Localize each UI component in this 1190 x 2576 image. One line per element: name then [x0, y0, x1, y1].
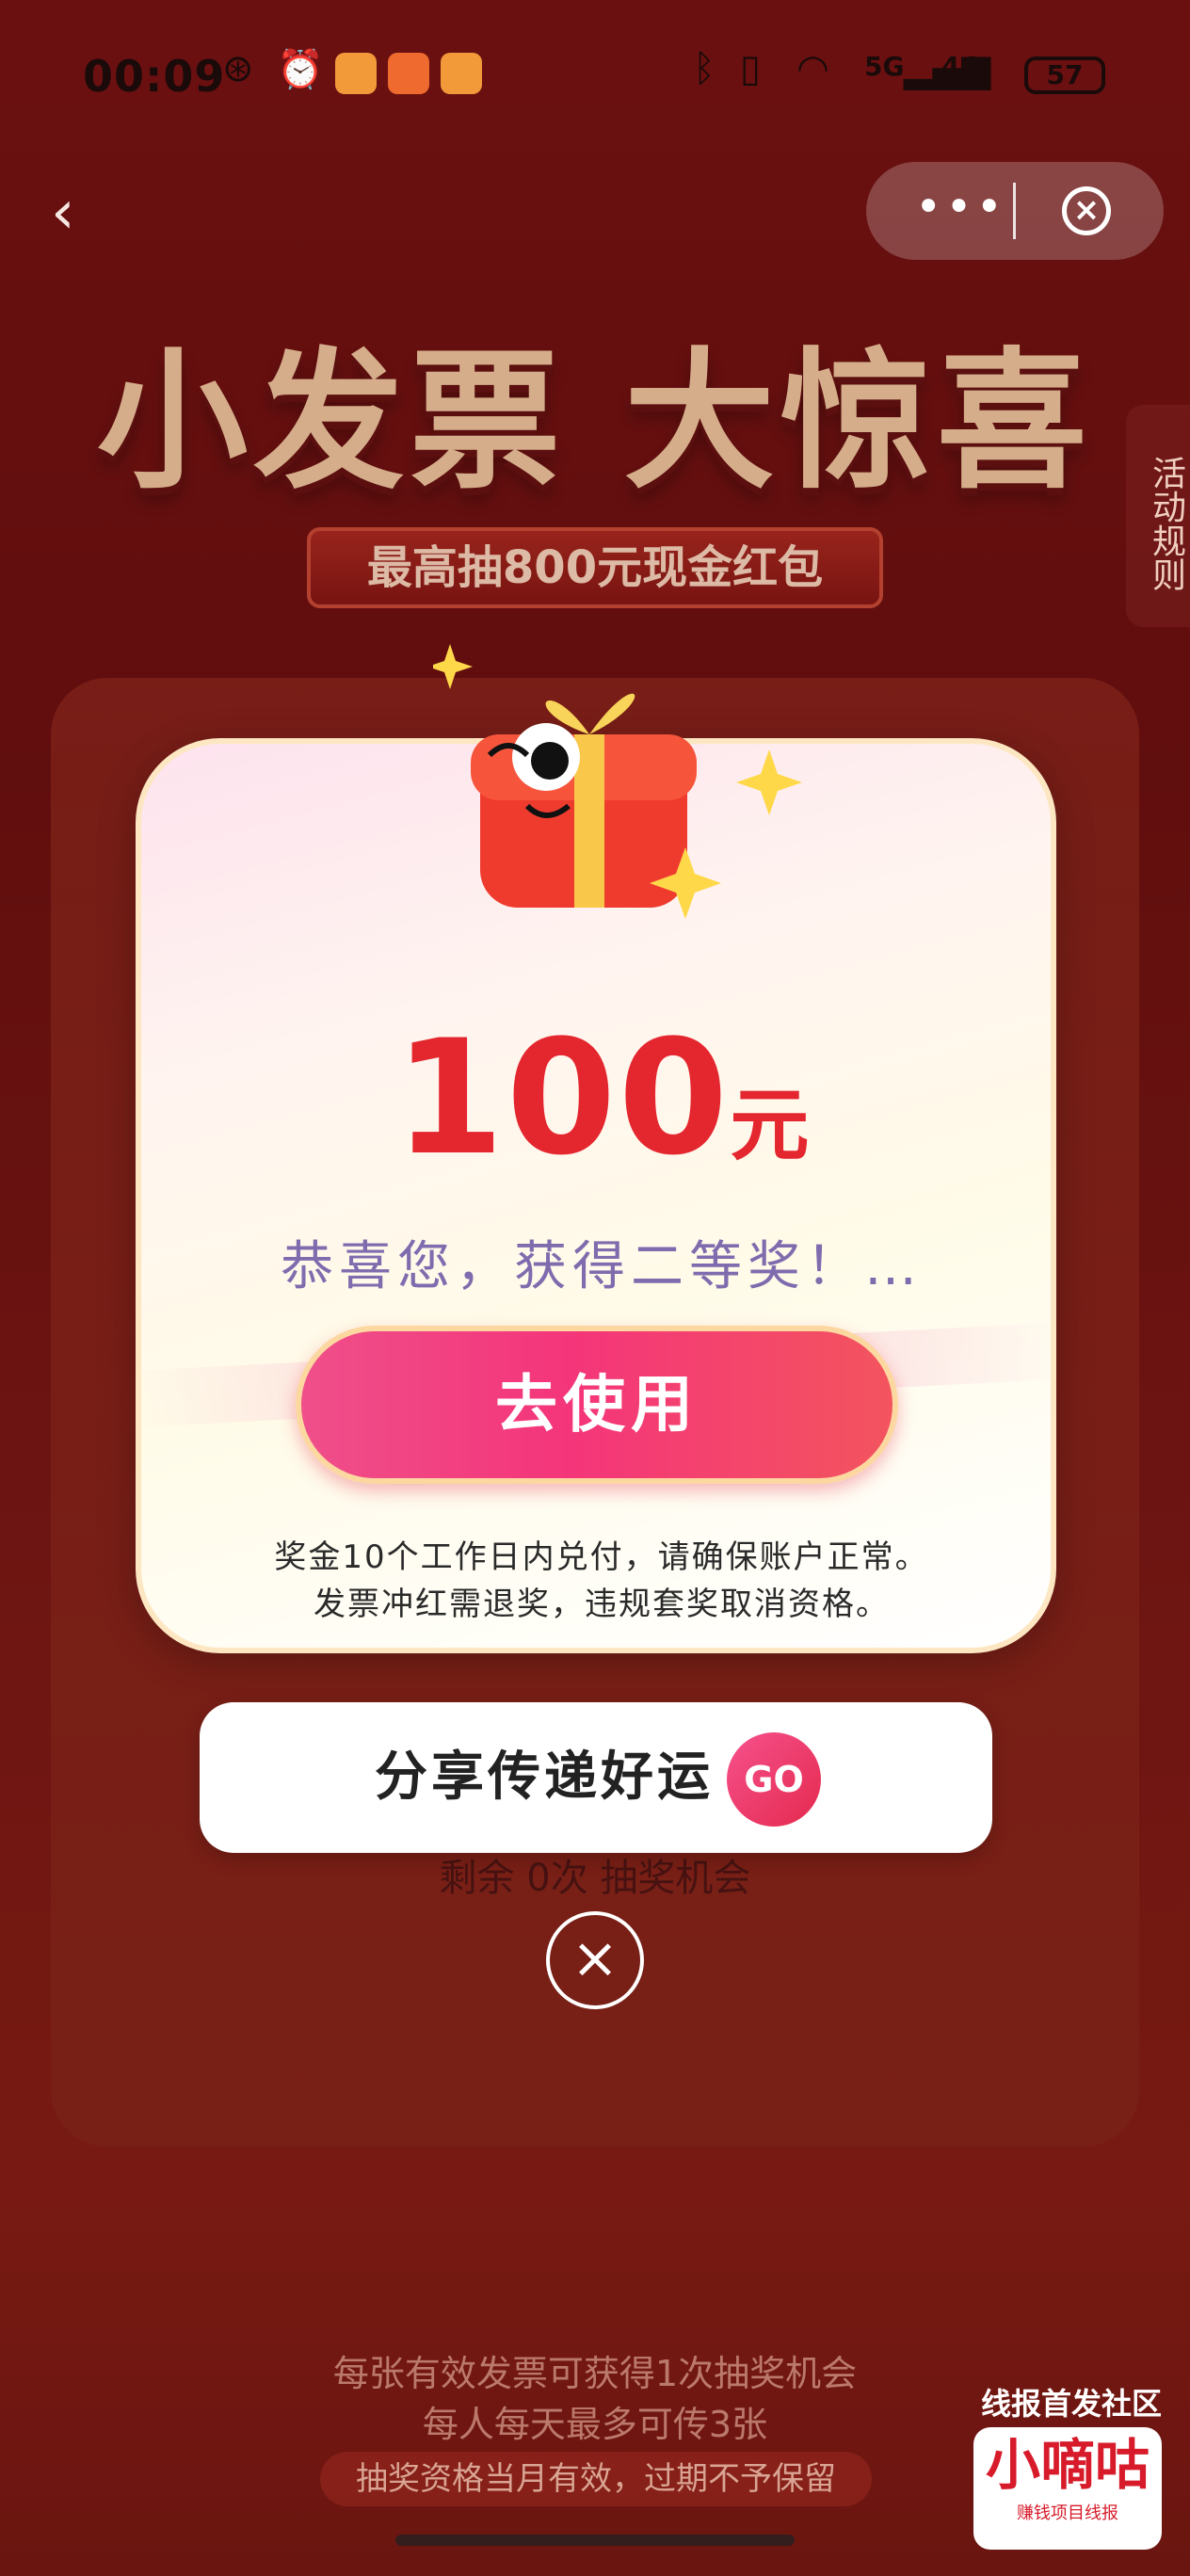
prize-amount-number: 100: [394, 1006, 731, 1190]
status-bar: 00:09 ⊛ ⏰ ᛒ ▯ ◠ 5G ▂▄▆ 4G 57: [0, 0, 1190, 151]
alarm-icon: ⏰: [277, 48, 324, 91]
logo-text: 小嘀咕: [985, 2433, 1150, 2497]
wifi-icon: ◠: [796, 47, 829, 90]
congrats-text: 恭喜您，获得二等奖！…: [281, 1236, 923, 1297]
go-button[interactable]: GO: [727, 1732, 821, 1827]
share-label: 分享传递好运: [375, 1747, 714, 1808]
chevron-left-icon: ‹: [51, 178, 75, 248]
signal-4g-label: 4G: [941, 51, 982, 82]
community-label: 线报首发社区: [981, 2386, 1163, 2422]
app-notification-icon: [388, 53, 429, 94]
capsule-divider: [1013, 183, 1016, 239]
nfc-icon: ⊛: [222, 47, 254, 90]
rules-note: 发票冲红需退奖，违规套奖取消资格。: [314, 1586, 890, 1623]
gift-box-icon: [433, 644, 721, 919]
rule-note-3: 抽奖资格当月有效，过期不予保留: [320, 2452, 872, 2506]
banner-subtitle: 最高抽800元现金红包: [307, 527, 883, 608]
remaining-chances: 剩余 0次 抽奖机会: [439, 1857, 751, 1900]
home-indicator: [395, 2535, 795, 2546]
signal-5g-label: 5G: [864, 51, 905, 82]
payout-note: 奖金10个工作日内兑付，请确保账户正常。: [274, 1538, 929, 1576]
battery-indicator: 57: [1024, 56, 1105, 94]
app-notification-icon: [441, 53, 482, 94]
mini-program-capsule: ••• ×: [866, 162, 1164, 260]
close-circle-icon[interactable]: ×: [1062, 186, 1111, 235]
banner-title: 小发票 大惊喜: [97, 333, 1093, 509]
close-modal-button[interactable]: ×: [546, 1911, 644, 2009]
logo-subtext: 赚钱项目线报: [1017, 2504, 1118, 2523]
back-button[interactable]: ‹: [51, 183, 96, 243]
sparkle-icon: [736, 749, 802, 815]
prize-amount-unit: 元: [730, 1079, 810, 1171]
more-dots-icon[interactable]: •••: [915, 181, 1006, 233]
close-icon: ×: [571, 1925, 619, 1991]
watermark-logo: 小嘀咕 赚钱项目线报: [973, 2427, 1162, 2550]
bluetooth-icon: ᛒ: [693, 47, 716, 90]
rules-tab[interactable]: 活动规则: [1126, 405, 1190, 627]
app-notification-icon: [335, 53, 377, 94]
status-time: 00:09: [83, 51, 226, 102]
vibrate-icon: ▯: [740, 47, 762, 90]
prize-amount: 100元: [141, 1006, 1051, 1190]
share-bar[interactable]: 分享传递好运 GO: [200, 1702, 992, 1853]
use-button[interactable]: 去使用: [296, 1326, 898, 1484]
